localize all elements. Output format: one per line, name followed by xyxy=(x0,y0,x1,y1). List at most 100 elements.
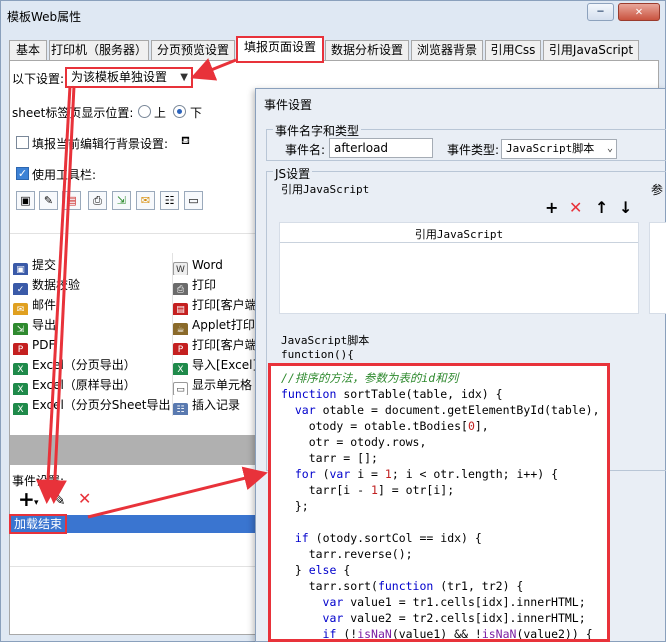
tab-printer-server[interactable]: 打印机（服务器） xyxy=(49,40,149,61)
radio-top[interactable] xyxy=(138,105,151,118)
window-icon[interactable]: ▭ xyxy=(184,191,203,210)
toolbar-list-item[interactable]: X 导入[Excel] xyxy=(173,356,257,375)
toolbar-list-item-label: Excel（分页分Sheet导出） xyxy=(32,398,171,412)
delete-icon[interactable]: ✕ xyxy=(569,200,582,216)
settings-mode-select[interactable]: 为该模板单独设置 ▼ xyxy=(65,67,193,88)
param-list[interactable] xyxy=(649,222,666,314)
toolbar-list-item[interactable]: ✉ 邮件 xyxy=(13,296,171,315)
fill-row-bg-label: 填报当前编辑行背景设置: xyxy=(32,137,169,151)
tab-data-analysis[interactable]: 数据分析设置 xyxy=(325,40,409,61)
sheet-tab-position-label: sheet标签页显示位置: xyxy=(12,106,134,120)
toolbar-list-item[interactable]: X Excel（分页分Sheet导出） xyxy=(13,396,171,415)
use-toolbar-label: 使用工具栏: xyxy=(32,168,97,182)
move-down-icon[interactable]: ↓ xyxy=(619,200,632,216)
toolbar-list-item[interactable]: X Excel（原样导出） xyxy=(13,376,171,395)
script-label: JavaScript脚本 xyxy=(281,334,370,347)
code-line: otody = otable.tBodies[0], xyxy=(281,419,489,433)
group-title: JS设置 xyxy=(273,165,313,182)
add-icon[interactable]: + xyxy=(545,200,558,216)
dialog-title: 事件设置 xyxy=(264,98,313,112)
javascript-code-editor[interactable]: //排序的方法，参数为表的id和列 function sortTable(tabl… xyxy=(268,363,610,642)
toolbar-list-item[interactable]: ▭ 显示单元格 xyxy=(173,376,257,395)
code-line: if (otody.sortCol == idx) { xyxy=(294,531,482,545)
tab-page-preview[interactable]: 分页预览设置 xyxy=(151,40,235,61)
event-name-input[interactable]: afterload xyxy=(329,138,433,158)
tab-fill-page-settings[interactable]: 填报页面设置 xyxy=(236,36,324,63)
toolbar-list-item[interactable]: ⎙ 打印 xyxy=(173,276,257,295)
code-line: var otable = document.getElementById(tab… xyxy=(294,403,600,417)
fill-row-bg-checkbox[interactable] xyxy=(16,136,29,149)
chevron-down-icon: ▼ xyxy=(180,72,188,83)
toolbar-list-item[interactable]: ☷ 插入记录 xyxy=(173,396,257,415)
toolbar-list-item[interactable]: P 打印[客户端 xyxy=(173,336,257,355)
export-icon: ⇲ xyxy=(13,323,28,335)
event-type-value: JavaScript脚本 xyxy=(506,142,595,155)
event-name-label: 事件名: xyxy=(285,143,326,157)
mail-icon[interactable]: ✉ xyxy=(136,191,155,210)
excel-icon: X xyxy=(13,383,28,395)
event-type-select[interactable]: JavaScript脚本 ⌄ xyxy=(501,139,617,159)
edit-icon[interactable]: ✎ xyxy=(53,492,66,508)
submit-icon: ▣ xyxy=(13,263,28,275)
tab-browser-background[interactable]: 浏览器背景 xyxy=(411,40,483,61)
delete-icon[interactable]: ✕ xyxy=(78,491,91,507)
chevron-down-icon: ⌄ xyxy=(606,143,613,154)
toolbar-list-item-label: 提交 xyxy=(32,258,57,272)
toolbar-list-item-label: PDF xyxy=(32,338,56,352)
code-lines: //排序的方法，参数为表的id和列 function sortTable(tabl… xyxy=(281,370,607,641)
toolbar-list-item-label: Applet打印 xyxy=(192,318,255,332)
tab-ref-css[interactable]: 引用Css xyxy=(485,40,541,61)
tab-basic[interactable]: 基本 xyxy=(9,40,47,61)
code-line: tarr[i - 1] = otr[i]; xyxy=(281,483,455,497)
toolbar-list-item-label: 插入记录 xyxy=(192,398,241,412)
minimize-button[interactable]: − xyxy=(587,3,614,21)
radio-bottom-label: 下 xyxy=(190,106,203,120)
pdf-icon[interactable]: ▤ xyxy=(62,191,81,210)
toolbar-list-item[interactable]: X Excel（分页导出） xyxy=(13,356,171,375)
insert-record-icon: ☷ xyxy=(173,403,188,415)
code-line: if (!isNaN(value1) && !isNaN(value2)) { xyxy=(322,627,593,641)
ref-js-column-header: 引用JavaScript xyxy=(280,227,638,243)
toolbar-list-item[interactable]: ✓ 数据校验 xyxy=(13,276,171,295)
paint-bucket-icon[interactable]: ⛾ xyxy=(176,132,195,151)
toolbar-list-item[interactable]: W Word xyxy=(173,256,257,275)
export-icon[interactable]: ⇲ xyxy=(112,191,131,210)
divider xyxy=(10,566,255,567)
applet-print-icon: ☕ xyxy=(173,323,188,335)
tab-ref-javascript[interactable]: 引用JavaScript xyxy=(543,40,639,61)
toolbar-list-item-label: 导出 xyxy=(32,318,57,332)
edit-icon[interactable]: ✎ xyxy=(39,191,58,210)
use-toolbar-checkbox[interactable]: ✓ xyxy=(16,167,29,180)
move-up-icon[interactable]: ↑ xyxy=(595,200,608,216)
excel-icon: X xyxy=(13,363,28,375)
toolbar-list-item-label: 打印 xyxy=(192,278,217,292)
cell-display-icon: ▭ xyxy=(173,382,188,395)
code-line: }; xyxy=(281,499,309,513)
import-excel-icon: X xyxy=(173,363,188,375)
toolbar-list-item-label: 邮件 xyxy=(32,298,57,312)
save-icon[interactable]: ▣ xyxy=(16,191,35,210)
code-line: //排序的方法，参数为表的id和列 xyxy=(281,371,459,385)
event-name: 加载结束 xyxy=(8,514,68,534)
code-line: tarr.sort(function (tr1, tr2) { xyxy=(281,579,524,593)
printer-icon[interactable]: ⎙ xyxy=(88,191,107,210)
list-icon[interactable]: ☷ xyxy=(160,191,179,210)
title-bar: 模板Web属性 − ✕ xyxy=(1,1,665,31)
close-button[interactable]: ✕ xyxy=(618,3,660,21)
excel-icon: X xyxy=(13,403,28,415)
chevron-down-icon[interactable]: ▾ xyxy=(34,495,39,511)
toolbar-list-item[interactable]: ▤ 打印[客户端 xyxy=(173,296,257,315)
toolbar-list-gray-area xyxy=(10,435,258,465)
code-line: function sortTable(table, idx) { xyxy=(281,387,503,401)
code-line: for (var i = 1; i < otr.length; i++) { xyxy=(294,467,559,481)
ref-js-list[interactable]: 引用JavaScript xyxy=(279,222,639,314)
add-icon[interactable]: + xyxy=(18,489,35,509)
toolbar-list-item[interactable]: P PDF xyxy=(13,336,171,355)
toolbar-list-item[interactable]: ☕ Applet打印 xyxy=(173,316,257,335)
code-line: tarr = []; xyxy=(281,451,378,465)
radio-bottom[interactable] xyxy=(173,105,186,118)
toolbar-list-item[interactable]: ⇲ 导出 xyxy=(13,316,171,335)
toolbar-list-item[interactable]: ▣ 提交 xyxy=(13,256,171,275)
ref-js-label: 引用JavaScript xyxy=(281,183,370,196)
